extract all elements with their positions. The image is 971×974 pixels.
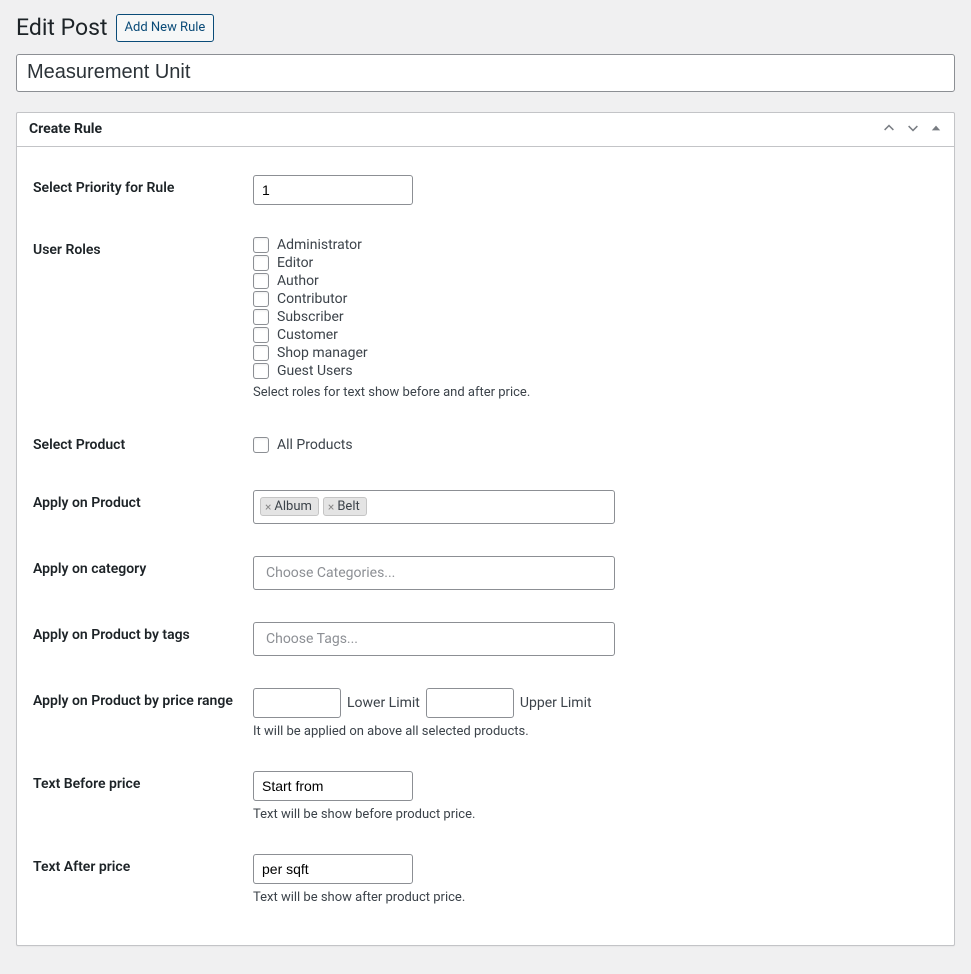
- price-range-inputs: Lower Limit Upper Limit: [253, 688, 938, 718]
- remove-tag-icon[interactable]: ×: [265, 501, 271, 513]
- label-text-before: Text Before price: [33, 755, 253, 838]
- apply-category-placeholder: Choose Categories...: [260, 565, 395, 581]
- page-header: Edit Post Add New Rule: [16, 14, 955, 42]
- text-before-description: Text will be show before product price.: [253, 807, 938, 822]
- role-checkbox-author[interactable]: [253, 273, 269, 289]
- role-label: Author: [277, 273, 319, 289]
- role-checkbox-editor[interactable]: [253, 255, 269, 271]
- role-option[interactable]: Shop manager: [253, 345, 938, 361]
- panel-move-down-icon[interactable]: [906, 121, 920, 138]
- role-checkbox-customer[interactable]: [253, 327, 269, 343]
- text-after-description: Text will be show after product price.: [253, 890, 938, 905]
- label-apply-tags: Apply on Product by tags: [33, 606, 253, 672]
- lower-limit-input[interactable]: [253, 688, 341, 718]
- role-checkbox-subscriber[interactable]: [253, 309, 269, 325]
- role-checkbox-contributor[interactable]: [253, 291, 269, 307]
- role-checkbox-guest-users[interactable]: [253, 363, 269, 379]
- create-rule-panel: Create Rule Select Priority for Rule: [16, 112, 955, 946]
- panel-header: Create Rule: [17, 113, 954, 147]
- row-apply-category: Apply on category Choose Categories...: [33, 540, 938, 606]
- form-table: Select Priority for Rule User Roles Admi…: [33, 159, 938, 921]
- remove-tag-icon[interactable]: ×: [328, 501, 334, 513]
- label-priority: Select Priority for Rule: [33, 159, 253, 221]
- product-tag: × Belt: [323, 497, 367, 516]
- page-title: Edit Post: [16, 14, 108, 41]
- apply-tags-select[interactable]: Choose Tags...: [253, 622, 615, 656]
- row-priority: Select Priority for Rule: [33, 159, 938, 221]
- add-new-rule-button[interactable]: Add New Rule: [116, 14, 215, 42]
- post-title-wrap: [16, 54, 955, 92]
- label-select-product: Select Product: [33, 416, 253, 474]
- apply-category-select[interactable]: Choose Categories...: [253, 556, 615, 590]
- role-option[interactable]: Administrator: [253, 237, 938, 253]
- priority-input[interactable]: [253, 175, 413, 205]
- row-apply-product: Apply on Product × Album × Belt: [33, 474, 938, 540]
- upper-limit-label: Upper Limit: [520, 695, 592, 711]
- row-select-product: Select Product All Products: [33, 416, 938, 474]
- apply-tags-placeholder: Choose Tags...: [260, 631, 358, 647]
- row-apply-tags: Apply on Product by tags Choose Tags...: [33, 606, 938, 672]
- role-checkbox-administrator[interactable]: [253, 237, 269, 253]
- panel-title: Create Rule: [29, 121, 102, 137]
- user-roles-list: Administrator Editor Author: [253, 237, 938, 379]
- label-apply-category: Apply on category: [33, 540, 253, 606]
- label-text-after: Text After price: [33, 838, 253, 921]
- all-products-checkbox[interactable]: [253, 437, 269, 453]
- upper-limit-input[interactable]: [426, 688, 514, 718]
- product-tag-label: Belt: [337, 499, 359, 514]
- all-products-label: All Products: [277, 437, 353, 453]
- panel-toggle-icon[interactable]: [930, 122, 942, 137]
- text-after-input[interactable]: [253, 854, 413, 884]
- user-roles-description: Select roles for text show before and af…: [253, 385, 938, 400]
- lower-limit-label: Lower Limit: [347, 695, 420, 711]
- label-user-roles: User Roles: [33, 221, 253, 416]
- apply-product-select[interactable]: × Album × Belt: [253, 490, 615, 524]
- row-text-after: Text After price Text will be show after…: [33, 838, 938, 921]
- panel-body: Select Priority for Rule User Roles Admi…: [17, 147, 954, 945]
- role-option[interactable]: Guest Users: [253, 363, 938, 379]
- text-before-input[interactable]: [253, 771, 413, 801]
- role-label: Shop manager: [277, 345, 368, 361]
- edit-post-screen: Edit Post Add New Rule Create Rule: [0, 0, 971, 974]
- price-range-description: It will be applied on above all selected…: [253, 724, 938, 739]
- row-text-before: Text Before price Text will be show befo…: [33, 755, 938, 838]
- role-option[interactable]: Customer: [253, 327, 938, 343]
- all-products-option[interactable]: All Products: [253, 437, 938, 453]
- product-tag-label: Album: [274, 499, 312, 514]
- role-label: Editor: [277, 255, 313, 271]
- post-title-input[interactable]: [16, 54, 955, 92]
- row-apply-price-range: Apply on Product by price range Lower Li…: [33, 672, 938, 755]
- role-label: Administrator: [277, 237, 362, 253]
- panel-controls: [882, 121, 942, 138]
- label-apply-price-range: Apply on Product by price range: [33, 672, 253, 755]
- label-apply-product: Apply on Product: [33, 474, 253, 540]
- role-option[interactable]: Contributor: [253, 291, 938, 307]
- product-tag: × Album: [260, 497, 319, 516]
- role-option[interactable]: Subscriber: [253, 309, 938, 325]
- role-option[interactable]: Author: [253, 273, 938, 289]
- row-user-roles: User Roles Administrator Editor: [33, 221, 938, 416]
- panel-move-up-icon[interactable]: [882, 121, 896, 138]
- role-label: Customer: [277, 327, 338, 343]
- role-label: Subscriber: [277, 309, 344, 325]
- role-label: Contributor: [277, 291, 347, 307]
- role-option[interactable]: Editor: [253, 255, 938, 271]
- role-checkbox-shop-manager[interactable]: [253, 345, 269, 361]
- role-label: Guest Users: [277, 363, 353, 379]
